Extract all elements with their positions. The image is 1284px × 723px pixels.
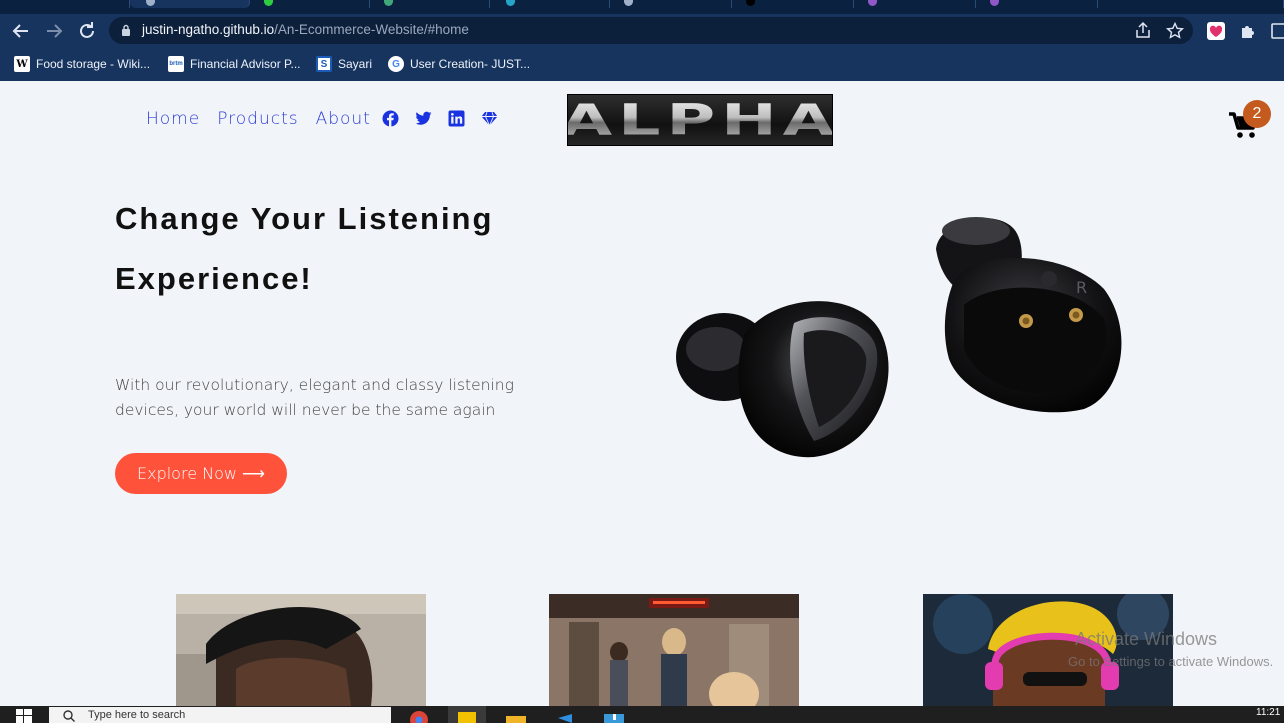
- screen: justin-ngatho.github.io/An-Ecommerce-Web…: [0, 0, 1284, 723]
- hero-title-line2: Experience!: [115, 261, 313, 296]
- tab-strip: [0, 0, 1284, 14]
- hero-subtitle: With our revolutionary, elegant and clas…: [115, 376, 514, 419]
- chrome-taskbar-icon[interactable]: [400, 706, 438, 723]
- diamond-icon[interactable]: [481, 110, 498, 127]
- taskbar-clock: 11:21: [1256, 707, 1281, 718]
- website: Home Products About ALPHA 2 Change Your …: [0, 81, 1284, 706]
- brand-logo[interactable]: ALPHA: [567, 94, 833, 146]
- hero-title-line1: Change Your Listening: [115, 201, 494, 236]
- bookmarks-bar: W Food storage - Wiki... brtm Financial …: [0, 48, 1284, 81]
- google-icon: G: [388, 56, 404, 72]
- file-explorer-icon[interactable]: [497, 706, 535, 723]
- britam-icon: brtm: [168, 56, 184, 72]
- share-icon[interactable]: [1133, 21, 1153, 41]
- lock-icon: [122, 24, 130, 36]
- product-photo-cap[interactable]: [176, 594, 426, 706]
- bookmark-label: User Creation- JUST...: [410, 57, 531, 71]
- cart-count-badge: 2: [1243, 100, 1271, 128]
- url-path: /An-Ecommerce-Website/#home: [274, 22, 469, 37]
- bookmark-sayari[interactable]: S Sayari: [316, 54, 372, 74]
- extension-heart-icon[interactable]: [1207, 22, 1225, 40]
- nav-home[interactable]: Home: [146, 109, 200, 129]
- bookmark-label: Food storage - Wiki...: [36, 57, 151, 71]
- hero-title: Change Your Listening Experience!: [115, 189, 535, 309]
- reload-icon[interactable]: [75, 19, 99, 43]
- linkedin-icon[interactable]: [448, 110, 465, 127]
- earbuds-image: R: [676, 217, 1122, 458]
- tab[interactable]: [1098, 0, 1284, 8]
- back-arrow-icon[interactable]: [9, 19, 33, 43]
- browser-toolbar: justin-ngatho.github.io/An-Ecommerce-Web…: [0, 14, 1284, 48]
- nav-about[interactable]: About: [316, 109, 371, 129]
- twitter-icon[interactable]: [415, 110, 432, 127]
- activate-windows-title: Activate Windows: [1075, 629, 1218, 649]
- nav-products[interactable]: Products: [217, 109, 298, 129]
- bookmark-label: Sayari: [338, 57, 373, 71]
- taskbar-search-placeholder: Type here to search: [88, 709, 186, 721]
- facebook-icon[interactable]: [382, 110, 399, 127]
- search-icon: [63, 710, 75, 722]
- side-panel-icon[interactable]: [1270, 22, 1284, 40]
- puzzle-icon[interactable]: [1239, 22, 1257, 40]
- bookmark-label: Financial Advisor P...: [190, 57, 301, 71]
- bookmark-food-storage[interactable]: W Food storage - Wiki...: [14, 54, 150, 74]
- logo-text: ALPHA: [568, 95, 832, 145]
- url-text[interactable]: justin-ngatho.github.io/An-Ecommerce-Web…: [142, 22, 469, 37]
- taskbar-search-input[interactable]: Type here to search: [49, 707, 391, 723]
- explore-now-button[interactable]: Explore Now ⟶: [115, 453, 287, 494]
- main-nav: Home Products About: [146, 109, 371, 129]
- sayari-icon: S: [316, 56, 332, 72]
- forward-arrow-icon[interactable]: [42, 19, 66, 43]
- app-taskbar-icon[interactable]: [448, 706, 486, 723]
- activate-windows-subtitle: Go to Settings to activate Windows.: [1068, 654, 1274, 669]
- vscode-icon[interactable]: [546, 706, 584, 723]
- bookmark-user-creation[interactable]: G User Creation- JUST...: [388, 54, 530, 74]
- product-photo-street[interactable]: [549, 594, 799, 706]
- svg-text:R: R: [1076, 278, 1087, 297]
- tab[interactable]: [0, 0, 130, 8]
- wikipedia-icon: W: [14, 56, 30, 72]
- windows-taskbar: Type here to search 11:21: [0, 706, 1284, 723]
- bookmark-financial-advisor[interactable]: brtm Financial Advisor P...: [168, 54, 301, 74]
- url-host: justin-ngatho.github.io: [142, 22, 275, 37]
- windows-start-icon[interactable]: [16, 709, 32, 723]
- app-blue-icon[interactable]: [595, 706, 633, 723]
- star-icon[interactable]: [1165, 21, 1185, 41]
- address-bar[interactable]: justin-ngatho.github.io/An-Ecommerce-Web…: [109, 17, 1193, 44]
- product-photo-headphones[interactable]: [923, 594, 1173, 706]
